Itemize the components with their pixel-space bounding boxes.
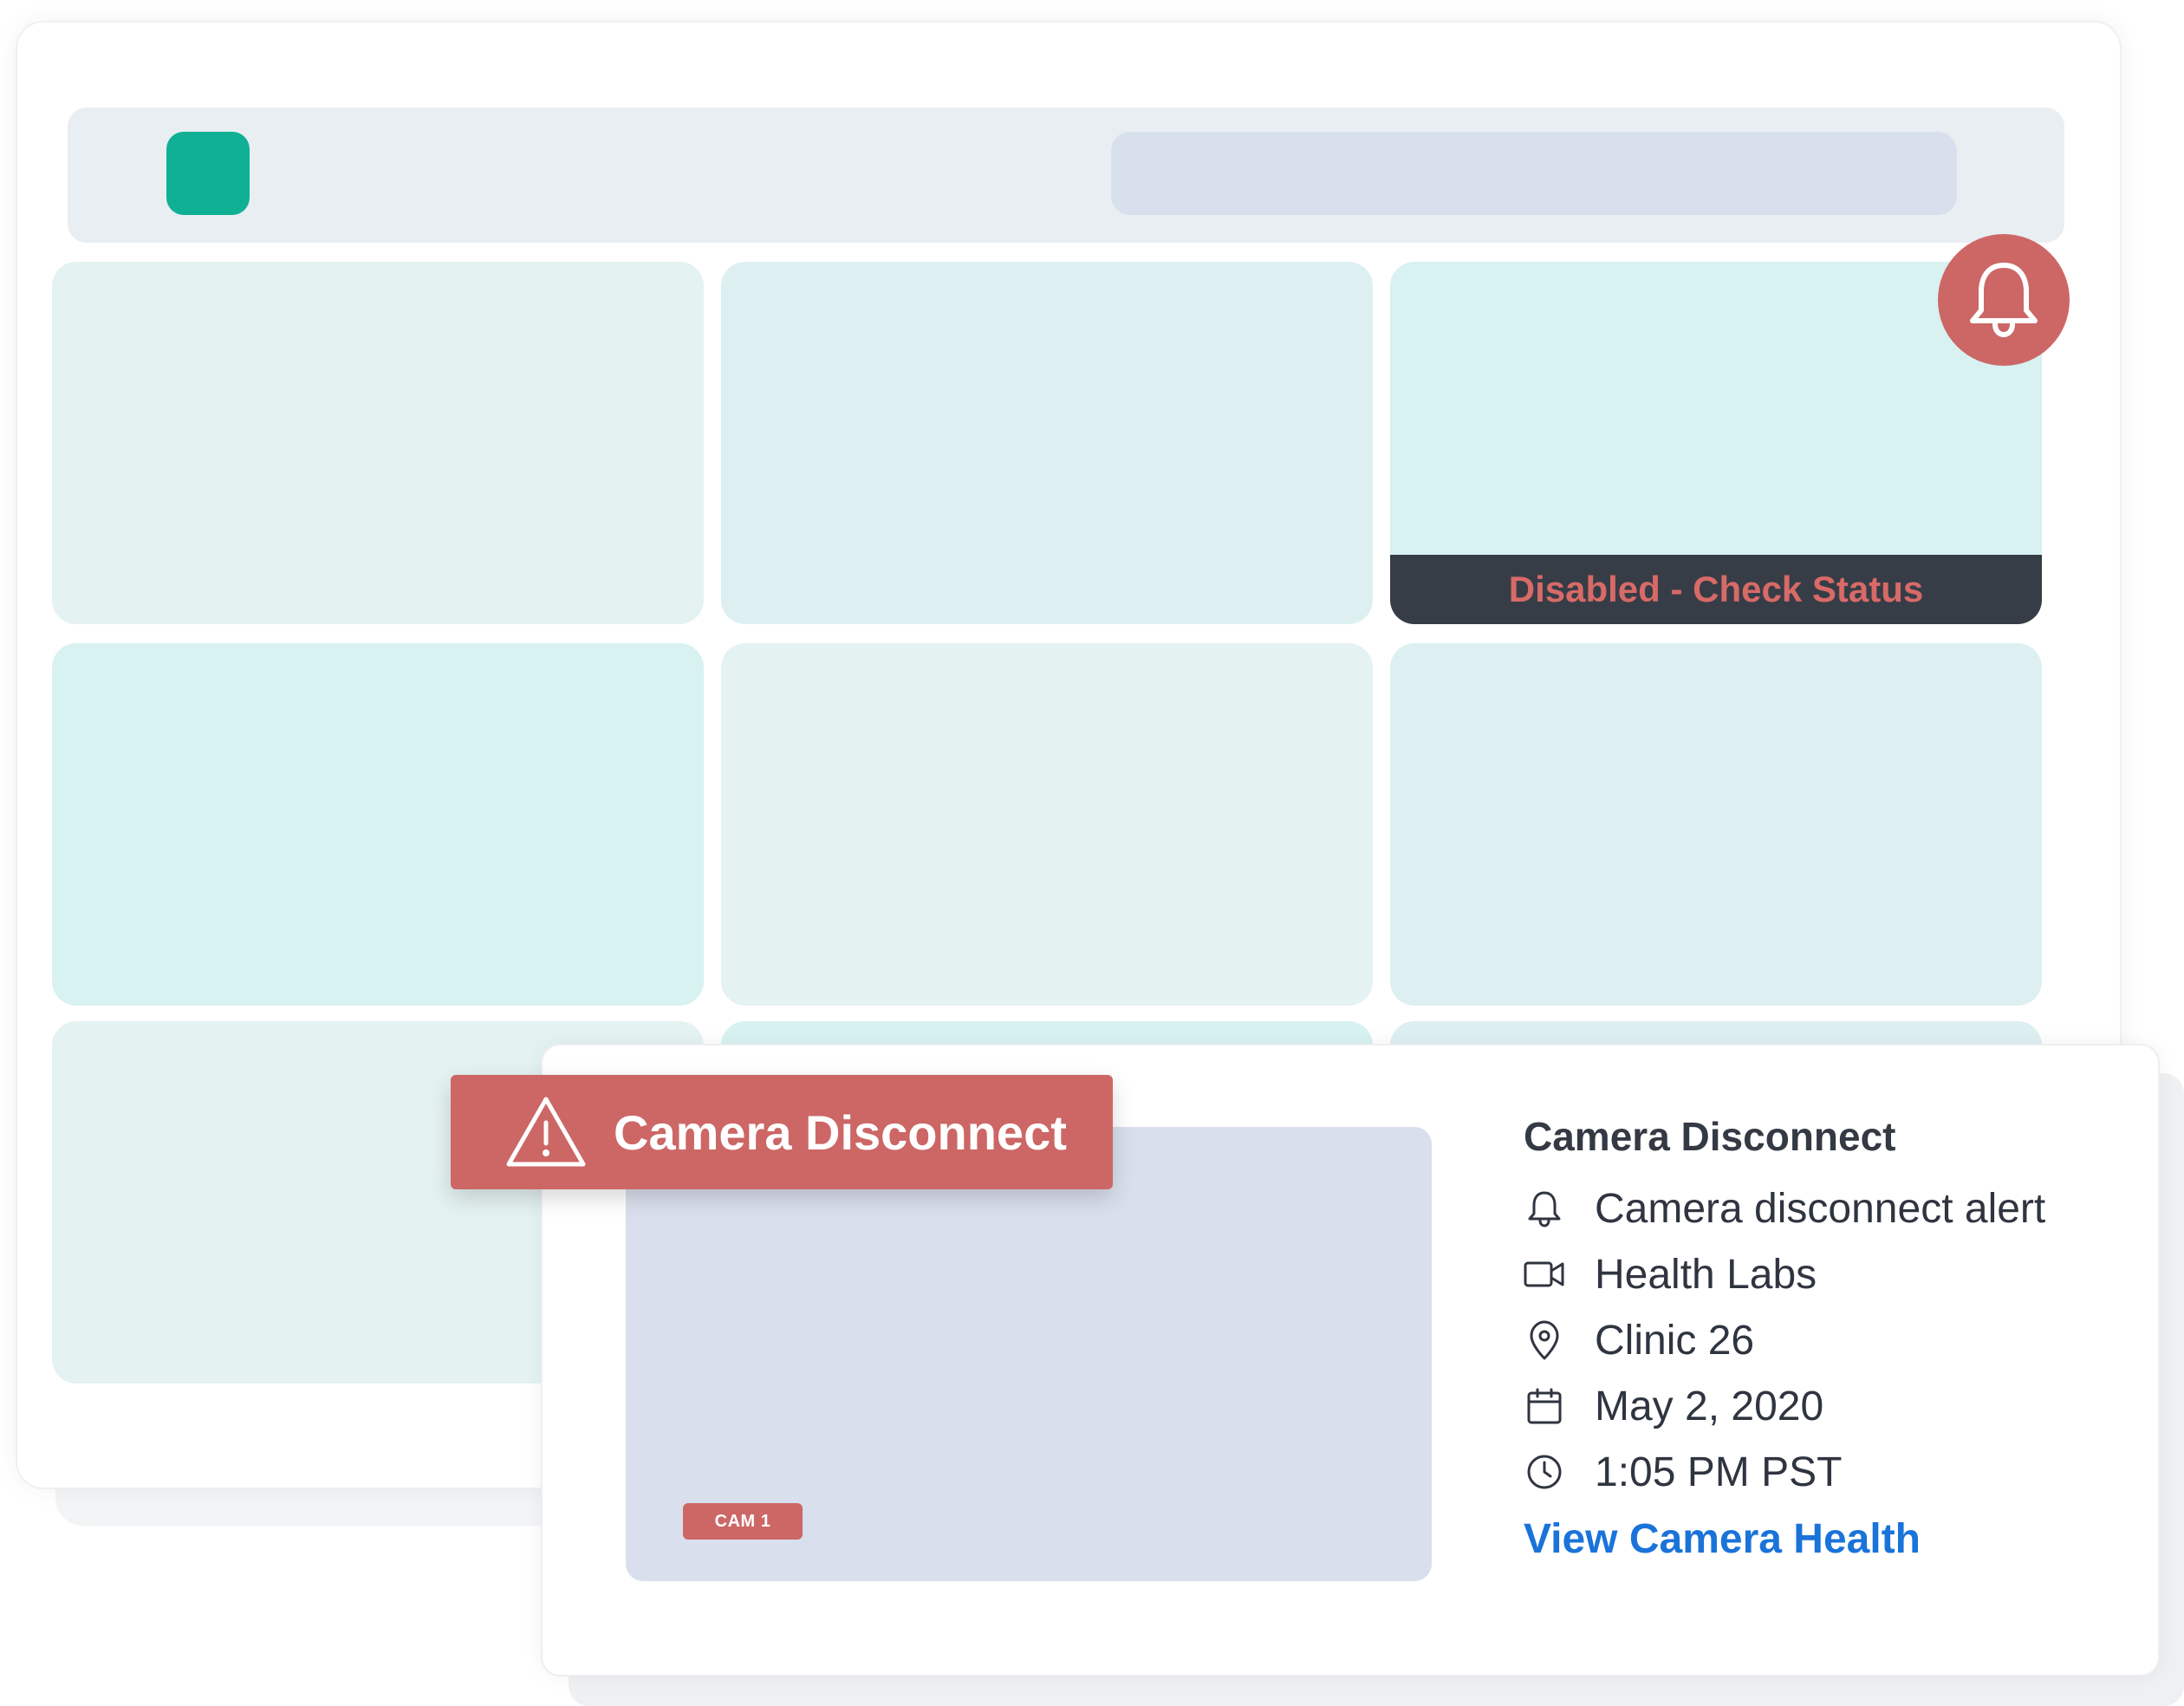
disabled-status-bar[interactable]: Disabled - Check Status <box>1390 555 2042 624</box>
camera-preview[interactable]: CAM 1 <box>626 1127 1432 1581</box>
search-bar[interactable] <box>1111 132 1957 215</box>
detail-row-date: May 2, 2020 <box>1524 1373 2130 1439</box>
view-camera-health-link[interactable]: View Camera Health <box>1524 1515 2130 1563</box>
detail-alert-text: Camera disconnect alert <box>1595 1185 2046 1232</box>
detail-row-location: Clinic 26 <box>1524 1307 2130 1373</box>
detail-location-text: Clinic 26 <box>1595 1317 1755 1364</box>
video-camera-icon <box>1524 1253 1565 1295</box>
banner-title: Camera Disconnect <box>614 1104 1067 1160</box>
clock-icon <box>1524 1451 1565 1493</box>
alert-details: Camera Disconnect Camera disconnect aler… <box>1524 1110 2130 1563</box>
app-logo[interactable] <box>166 132 250 215</box>
camera-tile[interactable] <box>52 262 704 624</box>
camera-tile[interactable] <box>721 643 1373 1006</box>
camera-tile[interactable] <box>721 262 1373 624</box>
camera-label-badge: CAM 1 <box>683 1503 803 1540</box>
detail-date-text: May 2, 2020 <box>1595 1383 1824 1429</box>
location-pin-icon <box>1524 1319 1565 1361</box>
camera-tile[interactable] <box>52 643 704 1006</box>
warning-icon <box>504 1094 588 1170</box>
detail-row-alert: Camera disconnect alert <box>1524 1175 2130 1241</box>
calendar-icon <box>1524 1385 1565 1427</box>
alert-title: Camera Disconnect <box>1524 1114 1896 1159</box>
detail-site-text: Health Labs <box>1595 1251 1817 1298</box>
detail-row-site: Health Labs <box>1524 1241 2130 1307</box>
detail-time-text: 1:05 PM PST <box>1595 1449 1843 1495</box>
camera-tile[interactable] <box>1390 643 2042 1006</box>
bell-icon <box>1964 257 2044 344</box>
alert-bell-button[interactable] <box>1938 234 2070 366</box>
detail-row-time: 1:05 PM PST <box>1524 1439 2130 1505</box>
bell-icon <box>1524 1188 1565 1229</box>
top-bar <box>68 107 2064 243</box>
camera-disconnect-banner: Camera Disconnect <box>451 1075 1113 1189</box>
